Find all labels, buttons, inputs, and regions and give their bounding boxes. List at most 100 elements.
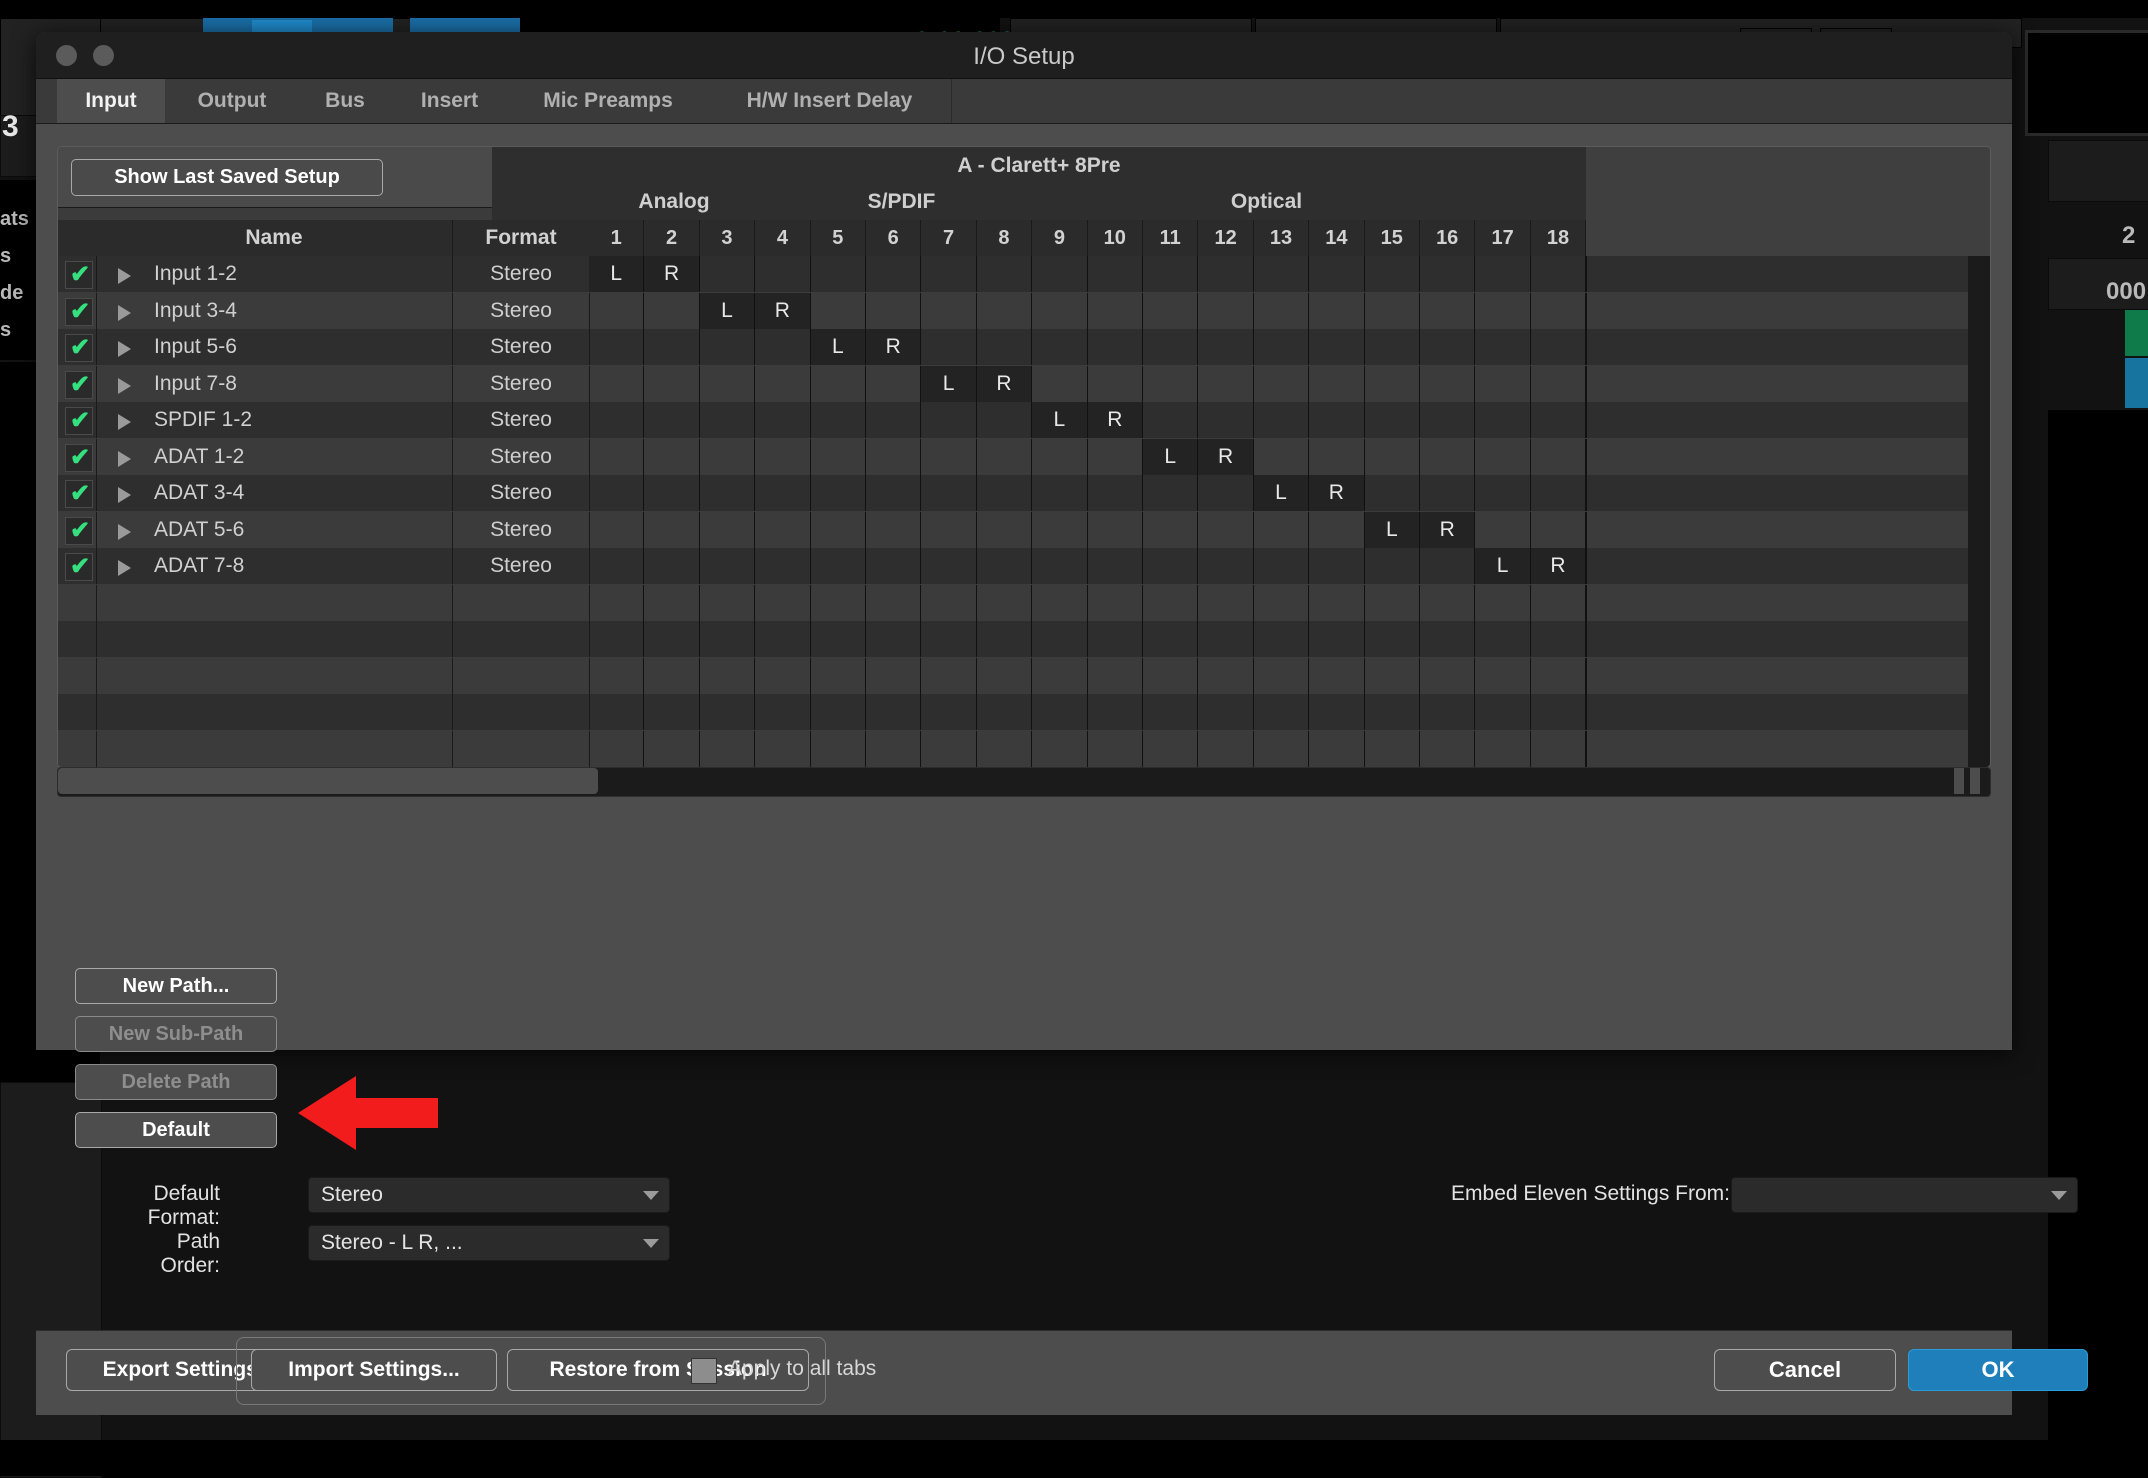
channel-cell-13[interactable] <box>1254 256 1310 292</box>
table-horizontal-scrollbar[interactable] <box>57 767 1991 797</box>
channel-cell-10[interactable] <box>1088 292 1143 329</box>
channel-cell-15[interactable]: L <box>1364 511 1420 548</box>
channel-cell-3[interactable] <box>700 475 756 511</box>
channel-cell-8[interactable] <box>977 584 1033 621</box>
channel-cell-15[interactable] <box>1365 438 1420 475</box>
channel-cell-17[interactable] <box>1475 402 1531 438</box>
channel-cell-9[interactable] <box>1032 365 1088 402</box>
channel-cell-4[interactable] <box>755 584 811 621</box>
channel-cell-10[interactable] <box>1088 584 1143 621</box>
table-row[interactable] <box>58 621 1990 657</box>
channel-cell-1[interactable] <box>589 511 645 548</box>
channel-cell-9[interactable] <box>1032 438 1088 475</box>
channel-cell-6[interactable] <box>866 511 922 548</box>
channel-cell-9[interactable] <box>1032 292 1088 329</box>
channel-cell-7[interactable] <box>921 584 977 621</box>
vertical-scroll-thumb[interactable] <box>1970 256 1988 706</box>
channel-cell-15[interactable] <box>1365 657 1420 694</box>
channel-cell-7[interactable] <box>921 730 977 767</box>
channel-cell-4[interactable] <box>755 548 811 584</box>
channel-cell-5[interactable] <box>811 475 866 511</box>
channel-cell-5[interactable] <box>811 292 866 329</box>
channel-cell-8[interactable] <box>977 694 1033 730</box>
channel-cell-7[interactable] <box>921 694 977 730</box>
channel-cell-9[interactable] <box>1032 694 1088 730</box>
channel-cell-16[interactable] <box>1420 657 1476 694</box>
disclosure-triangle-icon[interactable] <box>118 377 131 394</box>
channel-cell-13[interactable] <box>1254 730 1310 767</box>
channel-cell-12[interactable] <box>1198 402 1254 438</box>
horizontal-scroll-end-a[interactable] <box>1954 768 1964 794</box>
channel-cell-3[interactable] <box>700 256 756 292</box>
channel-cell-4[interactable] <box>755 329 811 365</box>
channel-cell-16[interactable] <box>1420 548 1476 584</box>
channel-cell-13[interactable] <box>1254 584 1310 621</box>
channel-cell-5[interactable] <box>811 657 866 694</box>
channel-cell-4[interactable] <box>755 365 811 402</box>
channel-cell-16[interactable] <box>1420 329 1476 365</box>
channel-cell-1[interactable] <box>589 657 645 694</box>
channel-cell-14[interactable] <box>1309 365 1365 402</box>
channel-cell-15[interactable] <box>1365 256 1420 292</box>
channel-cell-16[interactable] <box>1420 402 1476 438</box>
path-order-select[interactable]: Stereo - L R, ... <box>308 1225 670 1261</box>
disclosure-triangle-icon[interactable] <box>118 304 131 321</box>
channel-cell-14[interactable] <box>1309 730 1365 767</box>
channel-cell-16[interactable] <box>1420 292 1476 329</box>
channel-cell-1[interactable] <box>589 730 645 767</box>
channel-cell-13[interactable] <box>1254 365 1310 402</box>
tab-output[interactable]: Output <box>165 79 300 123</box>
row-enable-checkbox[interactable]: ✔ <box>65 516 93 545</box>
channel-cell-11[interactable] <box>1143 402 1199 438</box>
channel-cell-9[interactable] <box>1032 548 1088 584</box>
row-enable-checkbox[interactable]: ✔ <box>65 480 93 508</box>
channel-cell-10[interactable] <box>1088 329 1143 365</box>
channel-cell-10[interactable]: R <box>1087 402 1143 438</box>
channel-cell-16[interactable] <box>1420 584 1476 621</box>
row-enable-checkbox[interactable]: ✔ <box>65 370 93 399</box>
channel-cell-8[interactable] <box>977 475 1033 511</box>
column-header-format[interactable]: Format <box>453 220 590 256</box>
tab-h-w-insert-delay[interactable]: H/W Insert Delay <box>708 79 952 123</box>
channel-cell-17[interactable] <box>1475 365 1531 402</box>
channel-cell-18[interactable]: R <box>1530 548 1587 584</box>
channel-cell-7[interactable] <box>921 548 977 584</box>
tab-mic-preamps[interactable]: Mic Preamps <box>508 79 709 123</box>
channel-cell-14[interactable] <box>1309 511 1365 548</box>
channel-cell-16[interactable] <box>1420 730 1476 767</box>
row-enable-checkbox[interactable]: ✔ <box>65 261 93 289</box>
channel-cell-12[interactable] <box>1198 548 1254 584</box>
channel-cell-9[interactable] <box>1032 730 1088 767</box>
table-row[interactable]: ✔ SPDIF 1-2 Stereo L R <box>58 402 1990 438</box>
channel-cell-14[interactable] <box>1309 438 1365 475</box>
channel-cell-15[interactable] <box>1365 365 1420 402</box>
disclosure-triangle-icon[interactable] <box>118 268 131 284</box>
new-path-button[interactable]: New Path... <box>75 968 277 1004</box>
channel-cell-12[interactable] <box>1198 292 1254 329</box>
channel-cell-17[interactable] <box>1475 657 1531 694</box>
default-format-select[interactable]: Stereo <box>308 1177 670 1213</box>
channel-cell-9[interactable]: L <box>1032 402 1088 438</box>
channel-cell-15[interactable] <box>1365 402 1420 438</box>
tab-input[interactable]: Input <box>57 79 166 123</box>
channel-cell-3[interactable] <box>700 329 756 365</box>
channel-cell-7[interactable] <box>921 438 977 475</box>
channel-cell-4[interactable] <box>755 694 811 730</box>
channel-cell-18[interactable] <box>1531 584 1587 621</box>
tab-insert[interactable]: Insert <box>391 79 509 123</box>
table-row[interactable]: ✔ Input 1-2 Stereo L R <box>58 256 1990 292</box>
channel-cell-6[interactable] <box>866 365 922 402</box>
channel-cell-5[interactable] <box>811 402 866 438</box>
channel-cell-1[interactable] <box>589 402 645 438</box>
channel-cell-15[interactable] <box>1365 475 1420 511</box>
channel-cell-1[interactable] <box>589 438 645 475</box>
channel-cell-13[interactable] <box>1254 548 1310 584</box>
default-button[interactable]: Default <box>75 1112 277 1148</box>
row-enable-checkbox[interactable]: ✔ <box>65 297 93 326</box>
table-row[interactable] <box>58 657 1990 694</box>
channel-cell-9[interactable] <box>1032 511 1088 548</box>
channel-cell-14[interactable]: R <box>1309 475 1365 511</box>
channel-cell-12[interactable] <box>1198 511 1254 548</box>
channel-cell-16[interactable] <box>1420 694 1476 730</box>
channel-cell-9[interactable] <box>1032 475 1088 511</box>
